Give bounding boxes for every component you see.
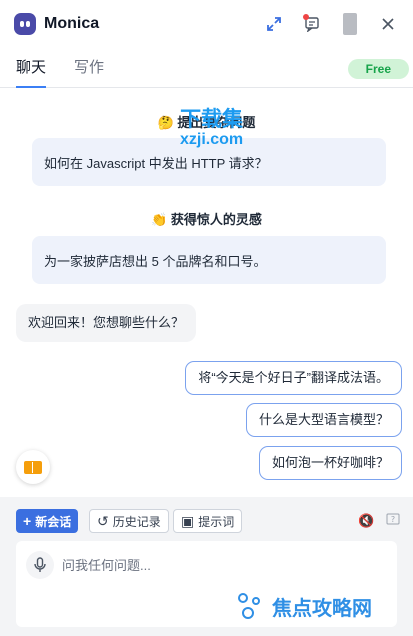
free-badge[interactable]: Free xyxy=(347,59,409,79)
user-avatar[interactable] xyxy=(339,13,361,35)
suggestion-llm[interactable]: 什么是大型语言模型？ xyxy=(245,403,402,437)
history-button[interactable]: ↺ 历史记录 xyxy=(89,509,169,533)
book-icon xyxy=(24,460,42,474)
prompt-card-pizza[interactable]: 为一家披萨店想出 5 个品牌名和口号。 xyxy=(32,236,386,284)
plus-icon: + xyxy=(23,513,32,529)
watermark-dots-icon xyxy=(238,592,266,621)
monica-logo-icon xyxy=(14,13,36,35)
app-header: Monica xyxy=(0,0,413,48)
new-chat-button[interactable]: + 新会话 xyxy=(16,509,79,533)
watermark-logo: 下载集 xzji.com xyxy=(180,108,244,150)
help-icon[interactable]: ? xyxy=(386,513,400,530)
suggestion-coffee[interactable]: 如何泡一杯好咖啡？ xyxy=(258,446,402,480)
prompt-library-button[interactable] xyxy=(16,450,50,484)
prompt-card-text: 如何在 Javascript 中发出 HTTP 请求？ xyxy=(44,155,268,171)
watermark2-text: 焦点攻略网 xyxy=(272,598,372,620)
expand-icon[interactable] xyxy=(263,13,285,35)
microphone-icon[interactable] xyxy=(26,551,54,579)
tab-writing[interactable]: 写作 xyxy=(74,56,104,87)
tab-bar: 聊天 写作 Free xyxy=(0,48,413,88)
close-icon[interactable] xyxy=(377,13,399,35)
mute-icon[interactable]: 🔇 xyxy=(358,513,374,529)
section-title-text: 获得惊人的灵感 xyxy=(170,212,262,227)
svg-text:?: ? xyxy=(391,515,395,524)
prompt-icon: ▣ xyxy=(181,512,195,529)
history-icon: ↺ xyxy=(97,512,109,529)
watermark-line1: 下载集 xyxy=(180,108,244,131)
thinking-emoji-icon: 🤔 xyxy=(157,115,174,130)
section-title-inspiration: 👏 获得惊人的灵感 xyxy=(0,209,413,228)
history-label: 历史记录 xyxy=(112,514,161,529)
prompt-card-text: 为一家披萨店想出 5 个品牌名和口号。 xyxy=(44,253,267,269)
chat-input[interactable] xyxy=(62,553,382,577)
welcome-message: 欢迎回来！您想聊些什么？ xyxy=(16,304,197,342)
feedback-icon[interactable] xyxy=(301,13,323,35)
prompts-label: 提示词 xyxy=(198,514,235,529)
new-chat-label: 新会话 xyxy=(35,514,72,529)
notification-dot xyxy=(303,14,309,20)
app-title: Monica xyxy=(44,15,100,32)
prompts-button[interactable]: ▣ 提示词 xyxy=(173,509,243,533)
clapping-emoji-icon: 👏 xyxy=(151,212,168,227)
watermark-line2: xzji.com xyxy=(180,131,244,148)
suggestion-translate[interactable]: 将“今天是个好日子”翻译成法语。 xyxy=(185,361,402,395)
tab-chat[interactable]: 聊天 xyxy=(16,56,47,88)
watermark2-logo: 焦点攻略网 xyxy=(238,592,372,621)
